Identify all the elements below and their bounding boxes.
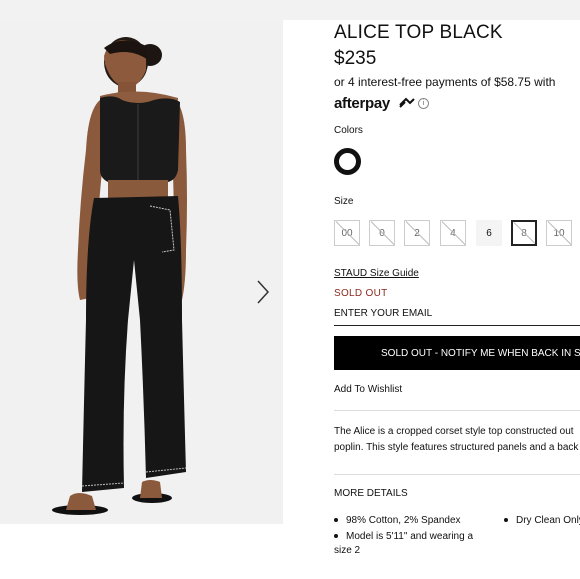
- size-option-8[interactable]: 8: [511, 220, 537, 246]
- bullet-icon: [504, 518, 508, 523]
- size-option-00[interactable]: 00: [334, 220, 360, 246]
- detail-fabric: 98% Cotton, 2% Spandex: [334, 514, 461, 528]
- detail-care: Dry Clean Only: [504, 514, 580, 528]
- notify-me-button[interactable]: SOLD OUT - NOTIFY ME WHEN BACK IN ST: [334, 336, 580, 370]
- model-illustration: [0, 20, 283, 524]
- size-option-label: 00: [341, 227, 353, 239]
- detail-model: Model is 5'11" and wearing a size 2: [334, 530, 473, 558]
- more-details-toggle[interactable]: MORE DETAILS: [334, 488, 408, 499]
- bullet-icon: [334, 518, 338, 523]
- bullet-icon: [334, 534, 338, 539]
- color-swatch-black[interactable]: [334, 148, 361, 175]
- size-option-label: 0: [379, 227, 385, 239]
- detail-text: 98% Cotton, 2% Spandex: [346, 515, 461, 526]
- size-option-6[interactable]: 6: [476, 220, 502, 246]
- divider: [334, 410, 580, 411]
- size-option-label: 8: [521, 227, 527, 239]
- afterpay-arrows-icon: [399, 97, 415, 108]
- installments-text: or 4 interest-free payments of $58.75 wi…: [334, 75, 556, 89]
- size-option-label: 10: [553, 227, 565, 239]
- product-photo: [0, 20, 283, 524]
- size-option-label: 4: [450, 227, 456, 239]
- add-to-wishlist-link[interactable]: Add To Wishlist: [334, 384, 402, 395]
- afterpay-logo: afterpay: [334, 95, 390, 112]
- size-option-label: 6: [486, 227, 492, 239]
- email-field[interactable]: [334, 302, 580, 326]
- detail-text: size 2: [334, 545, 361, 556]
- product-description: The Alice is a cropped corset style top …: [334, 424, 580, 456]
- size-option-4[interactable]: 4: [440, 220, 466, 246]
- divider: [334, 474, 580, 475]
- top-strip: [0, 0, 580, 20]
- product-price: $235: [334, 48, 377, 69]
- description-line: poplin. This style features structured p…: [334, 442, 579, 453]
- size-guide-link[interactable]: STAUD Size Guide: [334, 268, 419, 279]
- size-option-2[interactable]: 2: [404, 220, 430, 246]
- chevron-right-icon: [257, 280, 270, 304]
- detail-text: Dry Clean Only: [516, 515, 580, 526]
- status-badge: SOLD OUT: [334, 288, 388, 299]
- detail-text: Model is 5'11" and wearing a: [346, 531, 474, 542]
- description-line: The Alice is a cropped corset style top …: [334, 426, 574, 437]
- size-option-label: 2: [414, 227, 420, 239]
- carousel-next-button[interactable]: [252, 278, 274, 306]
- info-icon[interactable]: i: [418, 98, 429, 109]
- size-label: Size: [334, 196, 354, 207]
- size-option-0[interactable]: 0: [369, 220, 395, 246]
- product-title: ALICE TOP BLACK: [334, 22, 503, 43]
- size-option-10[interactable]: 10: [546, 220, 572, 246]
- colors-label: Colors: [334, 125, 363, 136]
